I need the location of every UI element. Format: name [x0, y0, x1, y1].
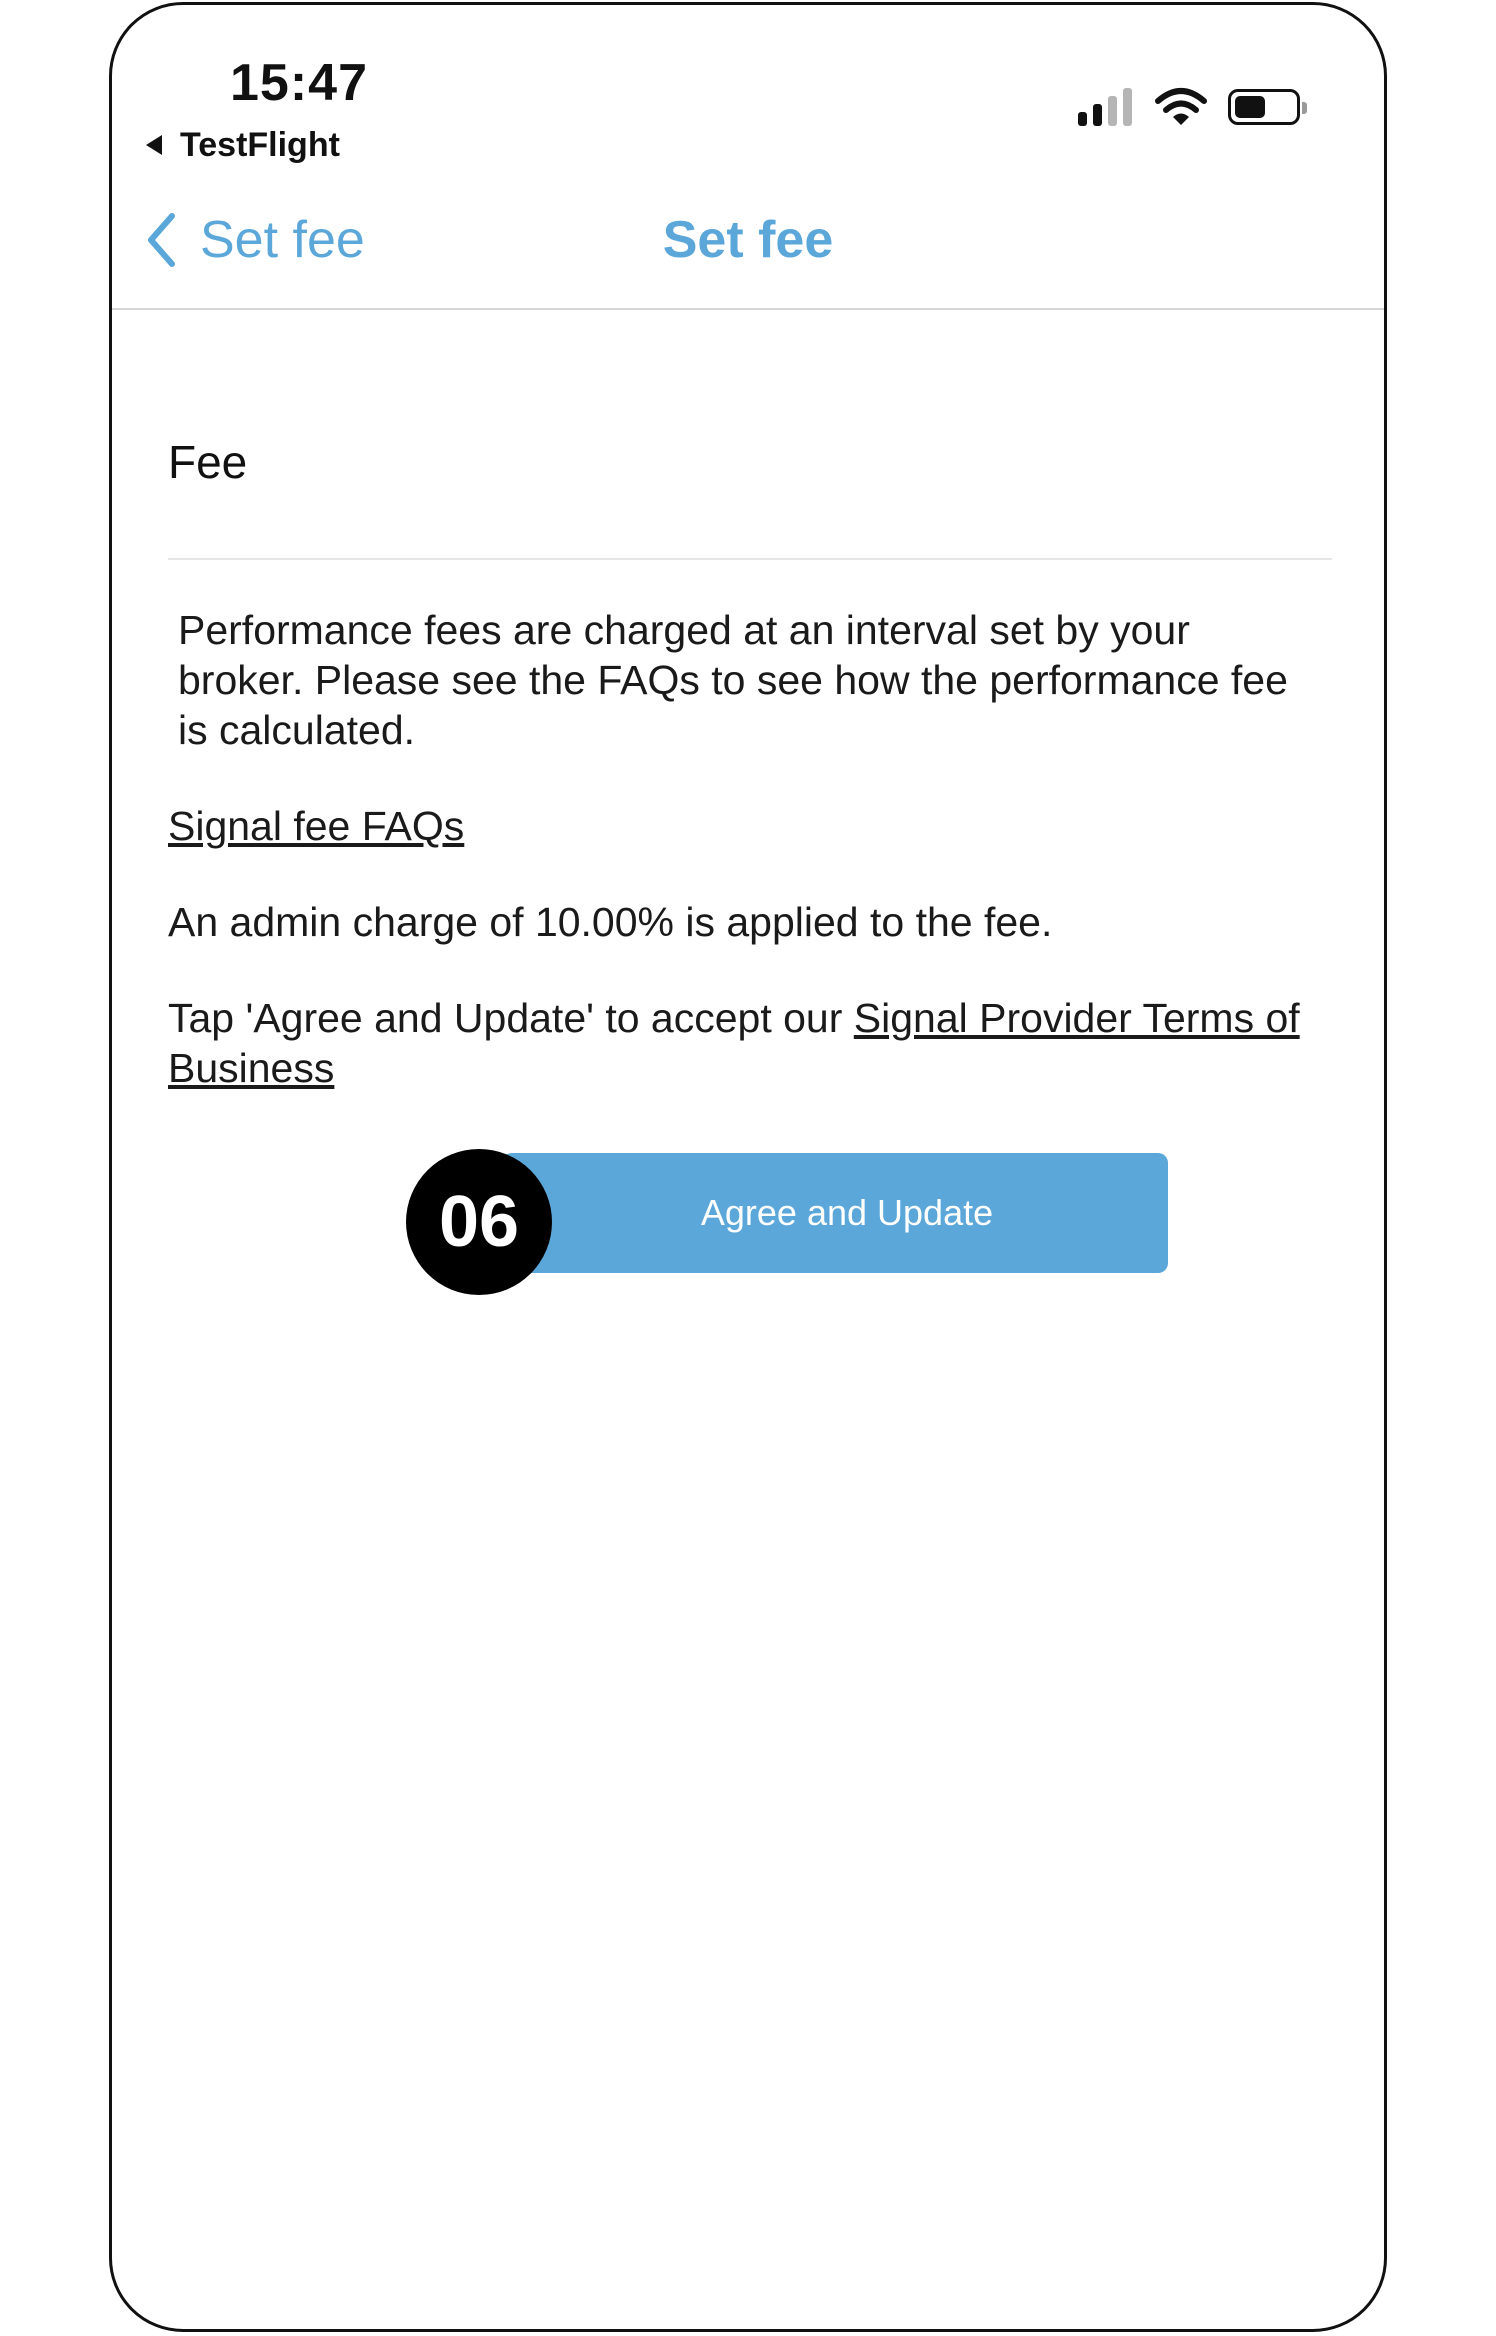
terms-prefix: Tap 'Agree and Update' to accept our: [168, 995, 854, 1041]
status-icons: [1078, 85, 1307, 129]
admin-charge-note: An admin charge of 10.00% is applied to …: [168, 899, 1053, 945]
fee-field-label: Fee: [168, 436, 248, 488]
back-triangle-icon: [146, 135, 162, 155]
back-to-app-link[interactable]: TestFlight: [146, 125, 340, 165]
terms-text: Tap 'Agree and Update' to accept our Sig…: [168, 993, 1338, 1093]
nav-divider: [112, 308, 1384, 310]
page-title: Set fee: [662, 211, 834, 269]
back-to-app-label: TestFlight: [180, 125, 340, 164]
cellular-signal-icon: [1078, 88, 1132, 126]
wifi-icon: [1155, 88, 1207, 125]
agree-button-label: Agree and Update: [700, 1192, 994, 1233]
fee-description: Performance fees are charged at an inter…: [178, 607, 1288, 753]
step-number-badge: 06: [406, 1149, 552, 1295]
signal-fee-faqs-link[interactable]: Signal fee FAQs: [168, 801, 464, 851]
phone-frame: 15:47 TestFlight Set fee Set fee Fee Per…: [109, 2, 1387, 2332]
fee-field-divider: [168, 558, 1332, 560]
agree-and-update-button[interactable]: Agree and Update: [502, 1153, 1168, 1273]
status-time: 15:47: [230, 54, 368, 112]
battery-icon: [1228, 89, 1307, 125]
